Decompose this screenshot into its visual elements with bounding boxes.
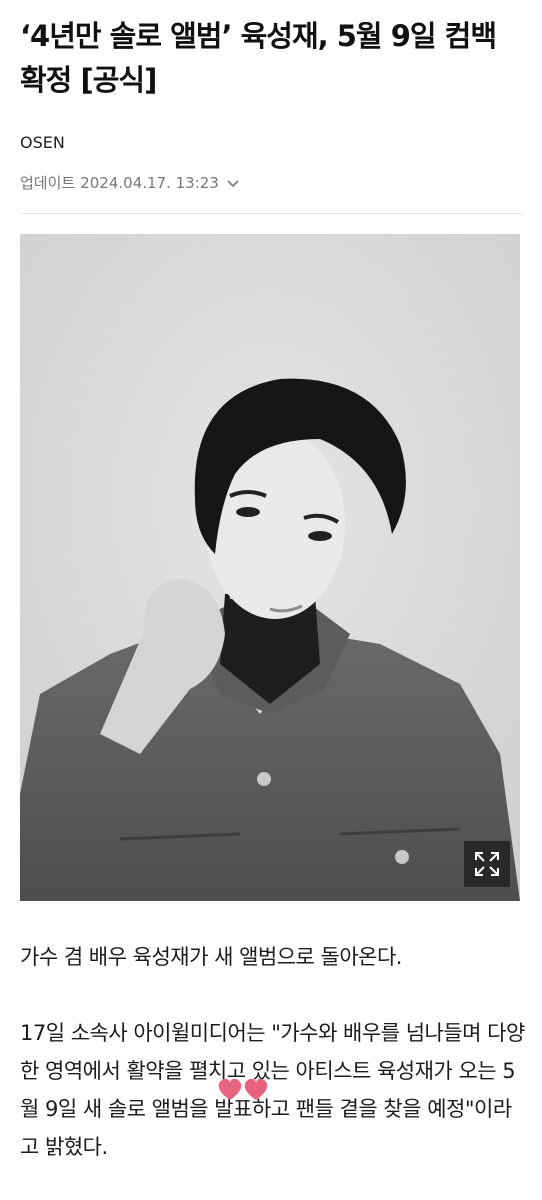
press-name[interactable]: OSEN <box>20 132 65 154</box>
header-divider <box>20 213 522 214</box>
article-headline: ‘4년만 솔로 앨범’ 육성재, 5월 9일 컴백 확정 [공식] <box>20 19 497 97</box>
update-label: 업데이트 <box>20 174 76 192</box>
portrait-image <box>20 234 520 901</box>
update-info[interactable]: 업데이트 2024.04.17. 13:23 <box>20 172 241 194</box>
update-time: 2024.04.17. 13:23 <box>80 174 219 192</box>
article: ‘4년만 솔로 앨범’ 육성재, 5월 9일 컴백 확정 [공식] OSEN 업… <box>0 0 542 1200</box>
article-photo[interactable] <box>20 234 520 901</box>
hearts-sticker <box>218 1078 268 1100</box>
expand-icon <box>475 852 499 876</box>
chevron-down-icon[interactable] <box>225 175 241 191</box>
article-paragraph: 가수 겸 배우 육성재가 새 앨범으로 돌아온다. <box>20 945 403 969</box>
expand-photo-button[interactable] <box>464 841 510 887</box>
